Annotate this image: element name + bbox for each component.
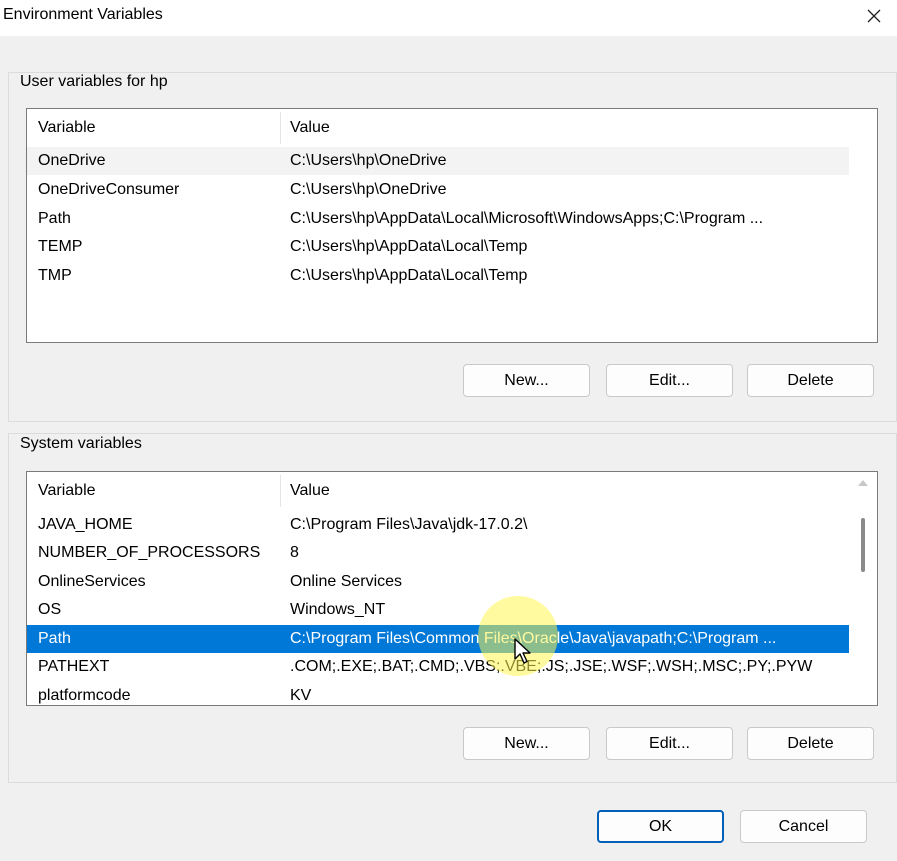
variable-value: 8: [290, 544, 299, 561]
table-row[interactable]: TMP C:\Users\hp\AppData\Local\Temp: [27, 262, 849, 290]
user-delete-button[interactable]: Delete: [747, 364, 874, 397]
vertical-scrollbar[interactable]: [850, 472, 877, 705]
table-row[interactable]: JAVA_HOME C:\Program Files\Java\jdk-17.0…: [27, 511, 849, 539]
cancel-button[interactable]: Cancel: [740, 810, 867, 843]
variable-name: platformcode: [38, 687, 131, 704]
user-variables-legend: User variables for hp: [17, 73, 171, 91]
column-header-value[interactable]: Value: [290, 482, 330, 500]
ok-button[interactable]: OK: [597, 810, 724, 843]
variable-value: Online Services: [290, 573, 403, 590]
user-edit-button[interactable]: Edit...: [606, 364, 733, 397]
table-row[interactable]: OS Windows_NT: [27, 596, 849, 624]
variable-value: C:\Users\hp\OneDrive: [290, 152, 447, 169]
variable-name: Path: [38, 630, 71, 647]
scroll-up-arrow-icon[interactable]: [858, 480, 868, 486]
window-title: Environment Variables: [3, 6, 163, 23]
column-header-variable[interactable]: Variable: [38, 482, 96, 500]
system-variables-list[interactable]: Variable Value JAVA_HOME C:\Program File…: [26, 471, 878, 706]
variable-name: OneDrive: [38, 152, 106, 169]
table-row[interactable]: OneDrive C:\Users\hp\OneDrive: [27, 147, 849, 175]
variable-value: .COM;.EXE;.BAT;.CMD;.VBS;.VBE;.JS;.JSE;.…: [290, 658, 813, 675]
close-icon: [867, 9, 881, 23]
variable-value: KV: [290, 687, 312, 704]
table-row[interactable]: Path C:\Users\hp\AppData\Local\Microsoft…: [27, 205, 849, 233]
table-row[interactable]: PATHEXT .COM;.EXE;.BAT;.CMD;.VBS;.VBE;.J…: [27, 653, 849, 681]
variable-name: TEMP: [38, 238, 83, 255]
table-row[interactable]: OneDriveConsumer C:\Users\hp\OneDrive: [27, 176, 849, 204]
variable-name: TMP: [38, 267, 72, 284]
title-bar: Environment Variables: [0, 0, 897, 36]
variable-name: PATHEXT: [38, 658, 110, 675]
variable-value: Windows_NT: [290, 601, 386, 618]
table-row[interactable]: NUMBER_OF_PROCESSORS 8: [27, 539, 849, 567]
column-header-variable[interactable]: Variable: [38, 119, 96, 137]
variable-name: OS: [38, 601, 62, 618]
variable-name: NUMBER_OF_PROCESSORS: [38, 544, 261, 561]
scrollbar-thumb[interactable]: [861, 518, 865, 572]
variable-value: C:\Users\hp\AppData\Local\Temp: [290, 267, 528, 284]
variable-value: C:\Program Files\Java\jdk-17.0.2\: [290, 516, 528, 533]
column-header-value[interactable]: Value: [290, 119, 330, 137]
system-delete-button[interactable]: Delete: [747, 727, 874, 760]
list-header: Variable Value: [27, 472, 849, 510]
column-separator[interactable]: [280, 475, 281, 507]
table-row-selected[interactable]: Path C:\Program Files\Common Files\Oracl…: [27, 625, 849, 653]
variable-value: C:\Users\hp\OneDrive: [290, 181, 447, 198]
column-separator[interactable]: [280, 112, 281, 144]
variable-name: OneDriveConsumer: [38, 181, 180, 198]
system-variables-legend: System variables: [17, 435, 145, 453]
system-edit-button[interactable]: Edit...: [606, 727, 733, 760]
list-header: Variable Value: [27, 109, 849, 147]
user-new-button[interactable]: New...: [463, 364, 590, 397]
variable-value: C:\Users\hp\AppData\Local\Microsoft\Wind…: [290, 210, 764, 227]
table-row[interactable]: platformcode KV: [27, 682, 849, 705]
variable-name: OnlineServices: [38, 573, 146, 590]
user-variables-list[interactable]: Variable Value OneDrive C:\Users\hp\OneD…: [26, 108, 878, 343]
variable-value: C:\Program Files\Common Files\Oracle\Jav…: [290, 630, 777, 647]
variable-name: Path: [38, 210, 71, 227]
close-button[interactable]: [851, 0, 897, 32]
system-new-button[interactable]: New...: [463, 727, 590, 760]
variable-name: JAVA_HOME: [38, 516, 133, 533]
table-row[interactable]: OnlineServices Online Services: [27, 568, 849, 596]
table-row[interactable]: TEMP C:\Users\hp\AppData\Local\Temp: [27, 233, 849, 261]
variable-value: C:\Users\hp\AppData\Local\Temp: [290, 238, 528, 255]
